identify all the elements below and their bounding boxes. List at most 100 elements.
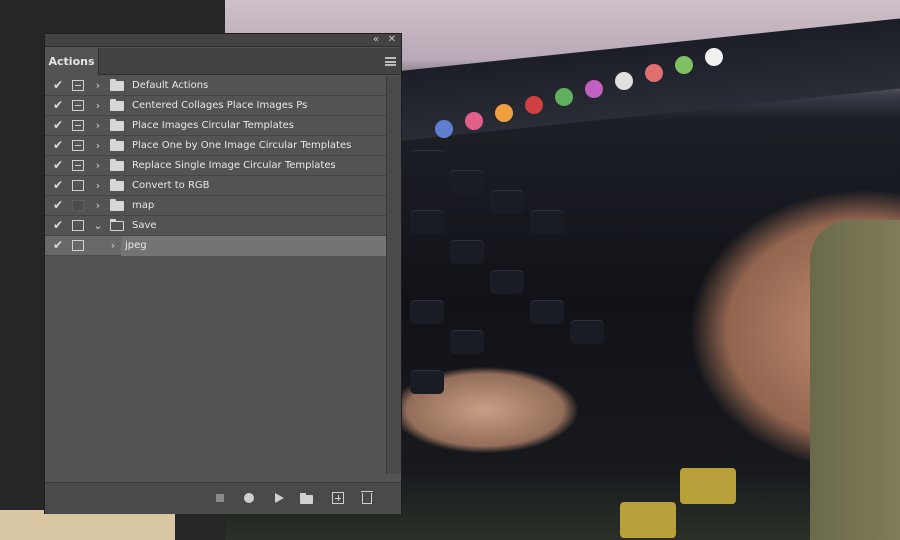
dock-icon (495, 104, 513, 122)
dock-icon (705, 48, 723, 66)
check-icon[interactable]: ✔ (51, 218, 65, 232)
folder-icon (110, 199, 124, 211)
folder-icon (110, 119, 124, 131)
open-folder-icon (109, 218, 124, 231)
plus-box (332, 492, 344, 504)
record-icon[interactable] (240, 489, 258, 507)
check-icon[interactable]: ✔ (51, 98, 65, 112)
stop-icon[interactable] (211, 489, 229, 507)
panel-tab-row: Actions (45, 48, 401, 76)
action-set-label: Save (132, 220, 157, 231)
trash-can (361, 491, 373, 504)
action-row[interactable]: ✔ › jpeg (45, 236, 387, 256)
keyboard-key (450, 240, 484, 264)
record-dot (244, 493, 254, 503)
actions-panel: « ✕ Actions ✔ › Default Actions ✔ › Cent… (44, 33, 402, 514)
chevron-right-icon[interactable]: › (93, 99, 103, 113)
dialog-toggle-icon[interactable] (72, 140, 84, 151)
keyboard-key (570, 320, 604, 344)
action-set-label: Convert to RGB (132, 180, 210, 191)
selection-highlight (121, 236, 387, 256)
keyboard-key (490, 270, 524, 294)
action-set-row[interactable]: ✔ › map (45, 196, 387, 216)
actions-toolbar (45, 482, 401, 514)
chevron-right-icon[interactable]: › (93, 119, 103, 133)
panel-menu-icon[interactable] (385, 57, 396, 66)
panel-titlebar: « ✕ (45, 34, 401, 47)
folder-icon (110, 79, 124, 91)
action-set-label: Place Images Circular Templates (132, 120, 294, 131)
action-set-label: Centered Collages Place Images Ps (132, 100, 308, 111)
actions-list: ✔ › Default Actions ✔ › Centered Collage… (45, 76, 387, 256)
dialog-toggle-icon[interactable] (72, 120, 84, 131)
keyboard-key (450, 330, 484, 354)
dialog-toggle-icon[interactable] (72, 240, 84, 251)
chevron-right-icon[interactable]: › (93, 199, 103, 213)
dock-icon (465, 112, 483, 130)
tab-actions[interactable]: Actions (45, 48, 99, 76)
dock-icon (645, 64, 663, 82)
desk-surface (0, 510, 175, 540)
folder-icon (110, 159, 124, 171)
keyboard-key (410, 210, 444, 234)
dock-icon (585, 80, 603, 98)
action-set-row[interactable]: ✔ › Convert to RGB (45, 176, 387, 196)
action-set-row[interactable]: ✔ › Default Actions (45, 76, 387, 96)
check-icon[interactable]: ✔ (51, 238, 65, 252)
new-set-icon[interactable] (298, 489, 316, 507)
close-icon[interactable]: ✕ (388, 34, 396, 46)
action-set-label: Replace Single Image Circular Templates (132, 160, 336, 171)
collapse-icon[interactable]: « (373, 34, 379, 46)
keyboard-key (450, 170, 484, 194)
keyboard-key (530, 300, 564, 324)
scrollbar[interactable] (386, 76, 401, 474)
action-set-row[interactable]: ✔ › Place Images Circular Templates (45, 116, 387, 136)
dock-icon (525, 96, 543, 114)
check-icon[interactable]: ✔ (51, 178, 65, 192)
check-icon[interactable]: ✔ (51, 198, 65, 212)
play-triangle (275, 493, 284, 503)
action-set-label: Place One by One Image Circular Template… (132, 140, 352, 151)
action-label: jpeg (125, 240, 147, 251)
action-set-row[interactable]: ✔ › Place One by One Image Circular Temp… (45, 136, 387, 156)
sticker (680, 468, 736, 504)
dialog-toggle-icon[interactable] (72, 220, 84, 231)
chevron-right-icon[interactable]: › (93, 179, 103, 193)
dock-icon (675, 56, 693, 74)
check-icon[interactable]: ✔ (51, 118, 65, 132)
stop-square (216, 494, 224, 502)
keyboard-key (410, 150, 444, 174)
chevron-down-icon[interactable]: ⌄ (93, 219, 103, 233)
check-icon[interactable]: ✔ (51, 138, 65, 152)
folder-icon (110, 139, 124, 151)
folder-icon (110, 99, 124, 111)
check-icon[interactable]: ✔ (51, 158, 65, 172)
dialog-toggle-icon[interactable] (72, 160, 84, 171)
folder-icon (110, 179, 124, 191)
action-set-row[interactable]: ✔ › Centered Collages Place Images Ps (45, 96, 387, 116)
dock-icon (615, 72, 633, 90)
action-set-row[interactable]: ✔ ⌄ Save (45, 216, 387, 236)
action-set-row[interactable]: ✔ › Replace Single Image Circular Templa… (45, 156, 387, 176)
chevron-right-icon[interactable]: › (93, 79, 103, 93)
chevron-right-icon[interactable]: › (93, 159, 103, 173)
dialog-toggle-icon[interactable] (72, 180, 84, 191)
dock-icon (555, 88, 573, 106)
check-icon[interactable]: ✔ (51, 78, 65, 92)
folder-shape (300, 493, 313, 504)
keyboard-key (410, 370, 444, 394)
dialog-toggle-icon[interactable] (72, 80, 84, 91)
dialog-toggle-icon[interactable] (72, 200, 84, 211)
keyboard-key (530, 210, 564, 234)
trash-icon[interactable] (358, 489, 376, 507)
sticker (620, 502, 676, 538)
new-action-icon[interactable] (329, 489, 347, 507)
dialog-toggle-icon[interactable] (72, 100, 84, 111)
action-set-label: Default Actions (132, 80, 209, 91)
play-icon[interactable] (270, 489, 288, 507)
action-set-label: map (132, 200, 155, 211)
sleeve (810, 220, 900, 540)
chevron-right-icon[interactable]: › (108, 239, 118, 253)
chevron-right-icon[interactable]: › (93, 139, 103, 153)
dock-icon (435, 120, 453, 138)
